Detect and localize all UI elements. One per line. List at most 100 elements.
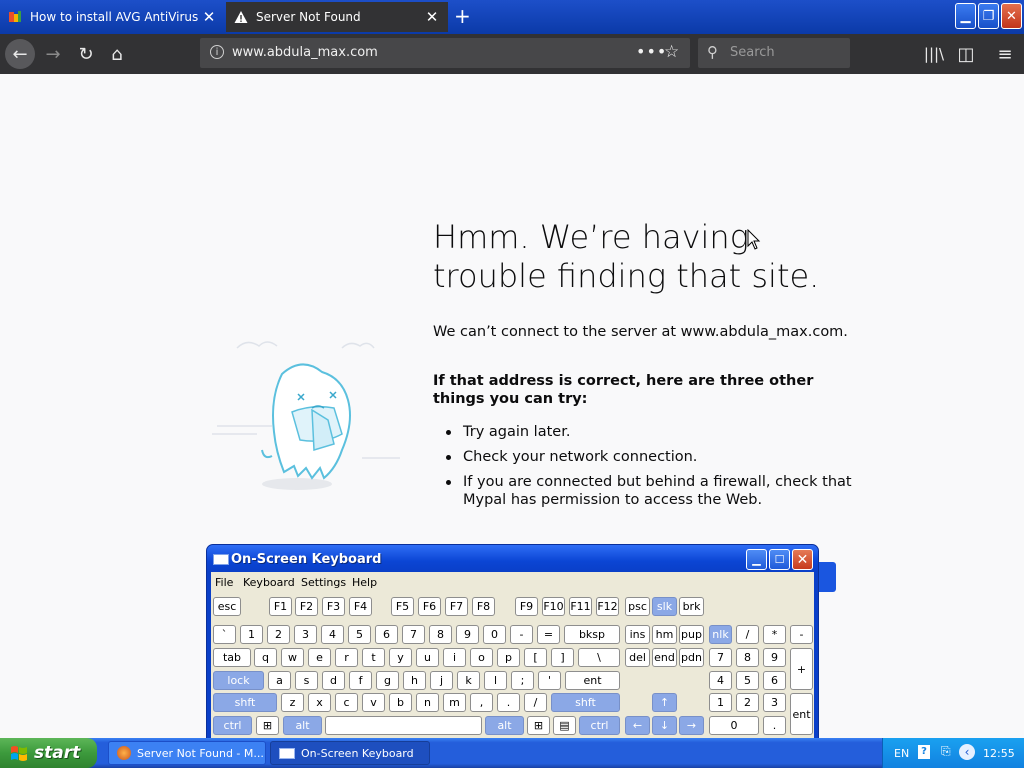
key-k[interactable]: k — [457, 671, 480, 690]
key-hm[interactable]: hm — [652, 625, 677, 644]
key-slk[interactable]: slk — [652, 597, 677, 616]
key-2[interactable]: 2 — [267, 625, 290, 644]
key--[interactable]: - — [510, 625, 533, 644]
minimize-button[interactable]: ▁ — [955, 3, 976, 29]
start-button[interactable]: start — [0, 738, 97, 768]
key-w[interactable]: w — [281, 648, 304, 667]
key-1[interactable]: 1 — [709, 693, 732, 712]
close-tab-icon[interactable]: ✕ — [424, 8, 440, 26]
key-F5[interactable]: F5 — [391, 597, 414, 616]
key-8[interactable]: 8 — [736, 648, 759, 667]
key-alt[interactable]: alt — [485, 716, 524, 735]
key-menu-key[interactable]: ▤ — [553, 716, 576, 735]
restore-button[interactable]: ❐ — [978, 3, 999, 29]
key-\[interactable]: \ — [578, 648, 620, 667]
key-esc[interactable]: esc — [213, 597, 241, 616]
key-F12[interactable]: F12 — [596, 597, 619, 616]
reload-icon[interactable]: ↻ — [72, 40, 100, 68]
key--[interactable]: - — [790, 625, 813, 644]
key-4[interactable]: 4 — [709, 671, 732, 690]
key-F4[interactable]: F4 — [349, 597, 372, 616]
key-↓[interactable]: ↓ — [652, 716, 677, 735]
key-bksp[interactable]: bksp — [564, 625, 620, 644]
key-8[interactable]: 8 — [429, 625, 452, 644]
key-←[interactable]: ← — [625, 716, 650, 735]
key-9[interactable]: 9 — [456, 625, 479, 644]
key-s[interactable]: s — [295, 671, 318, 690]
key-lock[interactable]: lock — [213, 671, 264, 690]
key-`[interactable]: ` — [213, 625, 236, 644]
minimize-button[interactable]: ▁ — [746, 549, 767, 570]
key-o[interactable]: o — [470, 648, 493, 667]
key-u[interactable]: u — [416, 648, 439, 667]
key-shft[interactable]: shft — [213, 693, 277, 712]
back-arrow-icon[interactable]: ← — [5, 39, 35, 69]
key-4[interactable]: 4 — [321, 625, 344, 644]
key-z[interactable]: z — [281, 693, 304, 712]
key-n[interactable]: n — [416, 693, 439, 712]
key-ins[interactable]: ins — [625, 625, 650, 644]
key-→[interactable]: → — [679, 716, 704, 735]
key-pup[interactable]: pup — [679, 625, 704, 644]
key-pdn[interactable]: pdn — [679, 648, 704, 667]
key-.[interactable]: . — [763, 716, 786, 735]
key-psc[interactable]: psc — [625, 597, 650, 616]
taskbar-button-osk[interactable]: On-Screen Keyboard — [270, 741, 430, 765]
menu-file[interactable]: File — [215, 576, 233, 589]
key-space[interactable] — [325, 716, 482, 735]
tab-avg[interactable]: How to install AVG AntiVirus | AVG ✕ — [0, 2, 225, 32]
key-windows-key[interactable]: ⊞ — [527, 716, 550, 735]
key-F10[interactable]: F10 — [542, 597, 565, 616]
key-m[interactable]: m — [443, 693, 466, 712]
key-F2[interactable]: F2 — [295, 597, 318, 616]
key-*[interactable]: * — [763, 625, 786, 644]
key-h[interactable]: h — [403, 671, 426, 690]
key-tab[interactable]: tab — [213, 648, 251, 667]
key-F8[interactable]: F8 — [472, 597, 495, 616]
key-del[interactable]: del — [625, 648, 650, 667]
key-F1[interactable]: F1 — [269, 597, 292, 616]
new-tab-icon[interactable]: + — [454, 5, 471, 27]
key-/[interactable]: / — [736, 625, 759, 644]
key-c[interactable]: c — [335, 693, 358, 712]
key-F3[interactable]: F3 — [322, 597, 345, 616]
key-end[interactable]: end — [652, 648, 677, 667]
home-icon[interactable]: ⌂ — [103, 40, 131, 68]
key-ent[interactable]: ent — [565, 671, 620, 690]
key-3[interactable]: 3 — [294, 625, 317, 644]
bookmark-star-icon[interactable]: ☆ — [664, 42, 679, 62]
key-v[interactable]: v — [362, 693, 385, 712]
key-b[interactable]: b — [389, 693, 412, 712]
key-ent[interactable]: ent — [790, 693, 813, 735]
key-[[interactable]: [ — [524, 648, 547, 667]
key-f[interactable]: f — [349, 671, 372, 690]
site-info-icon[interactable]: i — [210, 45, 224, 59]
key-g[interactable]: g — [376, 671, 399, 690]
key-e[interactable]: e — [308, 648, 331, 667]
menu-icon[interactable]: ≡ — [991, 40, 1019, 68]
key-shft[interactable]: shft — [551, 693, 620, 712]
menu-keyboard[interactable]: Keyboard — [243, 576, 295, 589]
page-actions-icon[interactable]: ••• — [636, 42, 667, 61]
url-text[interactable]: www.abdula_max.com — [232, 45, 378, 60]
network-icon[interactable]: ⎘ — [941, 744, 951, 759]
key-5[interactable]: 5 — [348, 625, 371, 644]
language-indicator[interactable]: EN — [894, 747, 909, 760]
key-alt[interactable]: alt — [283, 716, 322, 735]
key-d[interactable]: d — [322, 671, 345, 690]
forward-arrow-icon[interactable]: → — [39, 40, 67, 68]
key-2[interactable]: 2 — [736, 693, 759, 712]
key-F7[interactable]: F7 — [445, 597, 468, 616]
close-button[interactable]: ✕ — [792, 549, 813, 570]
key-t[interactable]: t — [362, 648, 385, 667]
close-tab-icon[interactable]: ✕ — [201, 8, 217, 26]
key-F11[interactable]: F11 — [569, 597, 592, 616]
key-y[interactable]: y — [389, 648, 412, 667]
key-6[interactable]: 6 — [375, 625, 398, 644]
key-0[interactable]: 0 — [483, 625, 506, 644]
key-windows-key[interactable]: ⊞ — [256, 716, 279, 735]
osk-title-bar[interactable]: On-Screen Keyboard ▁ ☐ ✕ — [207, 545, 818, 572]
key-↑[interactable]: ↑ — [652, 693, 677, 712]
key-/[interactable]: / — [524, 693, 547, 712]
close-window-button[interactable]: ✕ — [1001, 3, 1022, 29]
